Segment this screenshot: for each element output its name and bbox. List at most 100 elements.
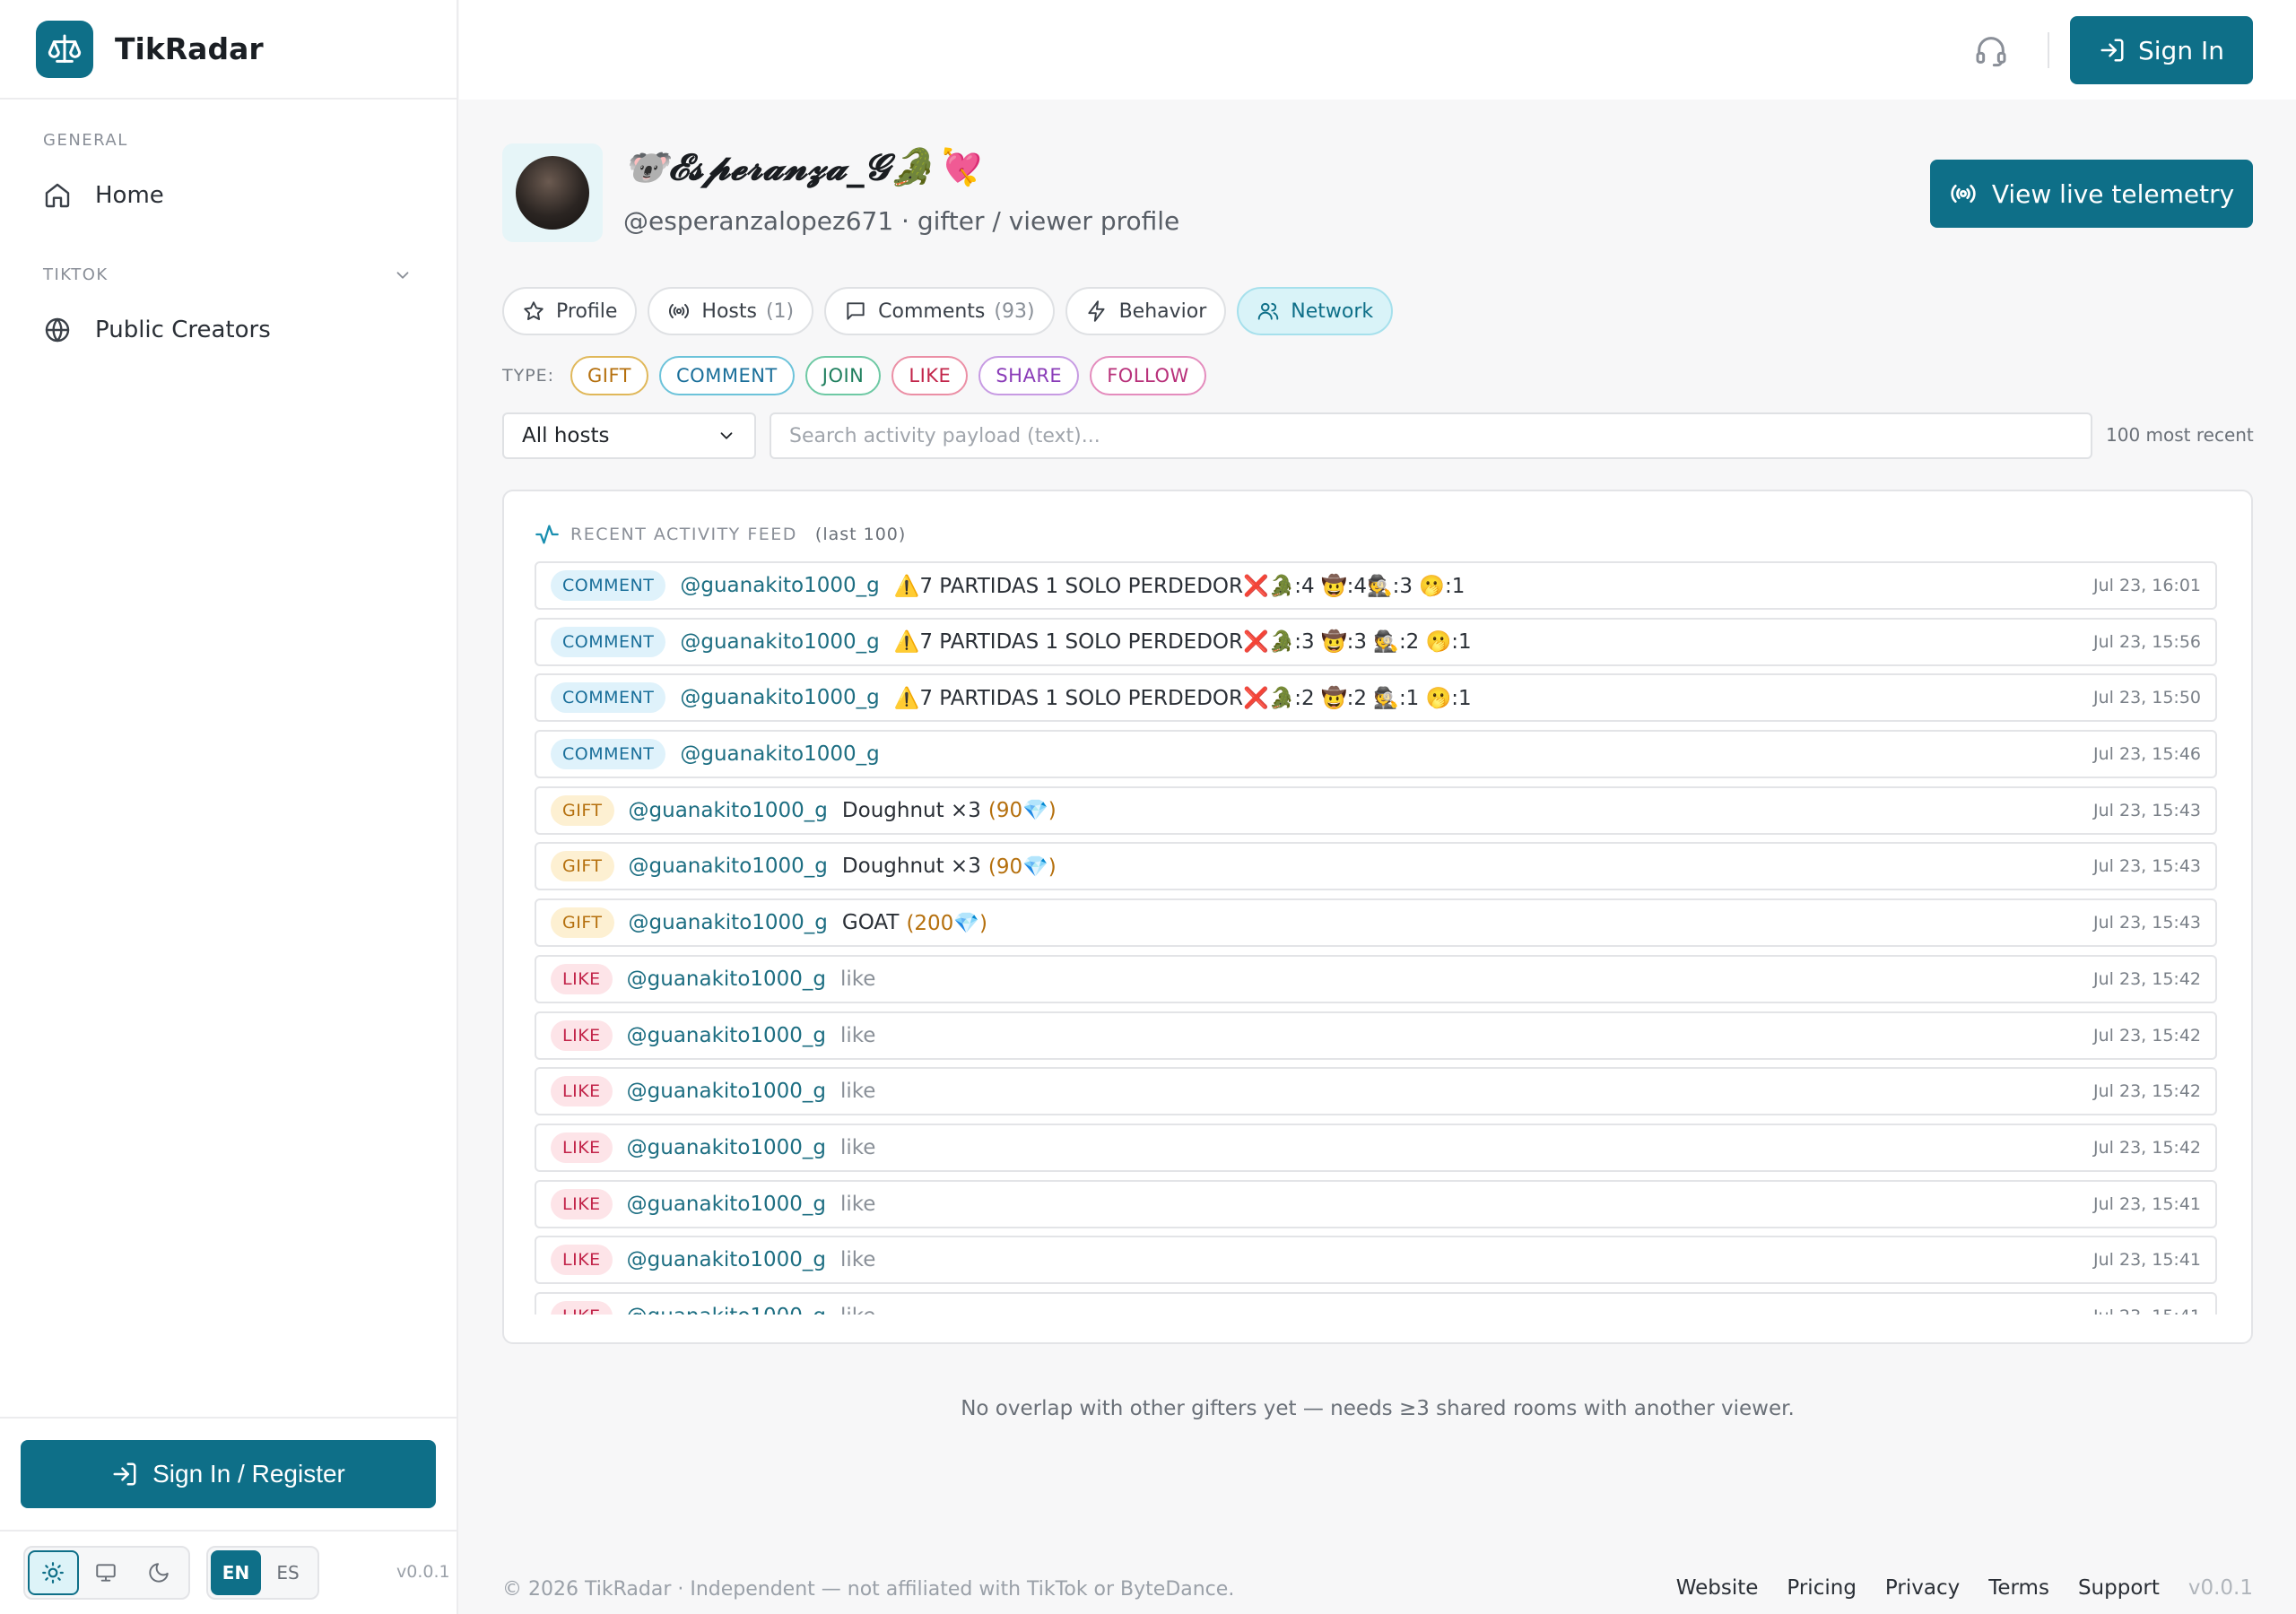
- feed-user-link[interactable]: @guanakito1000_g: [627, 1024, 826, 1047]
- tab-count: (93): [994, 299, 1035, 323]
- topbar: [459, 0, 2296, 100]
- feed-user-link[interactable]: @guanakito1000_g: [680, 742, 879, 766]
- feed-row[interactable]: LIKE @guanakito1000_g like Jul 23, 15:42: [535, 1067, 2217, 1116]
- sidebar-item-public-creators[interactable]: Public Creators: [43, 316, 271, 344]
- feed-user-link[interactable]: @guanakito1000_g: [627, 1136, 826, 1159]
- feed-user-link[interactable]: @guanakito1000_g: [629, 911, 828, 934]
- chevron-down-icon[interactable]: [393, 265, 413, 285]
- feed-payload: ⚠️7 PARTIDAS 1 SOLO PERDEDOR❌🐊:3 🤠:3 🕵️:…: [893, 630, 1472, 655]
- activity-feed-list[interactable]: COMMENT @guanakito1000_g ⚠️7 PARTIDAS 1 SO…: [535, 561, 2217, 1315]
- avatar: [516, 156, 589, 230]
- feed-user-link[interactable]: @guanakito1000_g: [627, 1080, 826, 1103]
- section-label-general: GENERAL: [43, 131, 128, 150]
- sidebar-item-home[interactable]: Home: [43, 181, 164, 210]
- brand-name: TikRadar: [115, 31, 264, 66]
- feed-row[interactable]: COMMENT @guanakito1000_g ⚠️7 PARTIDAS 1 SO…: [535, 673, 2217, 723]
- feed-user-link[interactable]: @guanakito1000_g: [627, 1248, 826, 1271]
- sign-in-register-button[interactable]: Sign In / Register: [21, 1440, 436, 1508]
- lang-en-button[interactable]: EN: [211, 1550, 261, 1595]
- chip-share[interactable]: SHARE: [978, 356, 1080, 395]
- divider: [2048, 32, 2049, 68]
- feed-row[interactable]: LIKE @guanakito1000_g like Jul 23, 15:42: [535, 954, 2217, 1003]
- feed-type-badge: GIFT: [551, 794, 614, 826]
- feed-row[interactable]: COMMENT @guanakito1000_g Jul 23, 15:46: [535, 730, 2217, 779]
- feed-row[interactable]: LIKE @guanakito1000_g like Jul 23, 15:41: [535, 1236, 2217, 1285]
- feed-user-link[interactable]: @guanakito1000_g: [680, 574, 879, 597]
- feed-row[interactable]: GIFT @guanakito1000_g GOAT (200💎) Jul 23, 15…: [535, 898, 2217, 948]
- theme-switcher: [23, 1546, 190, 1600]
- feed-gift-amount: (200💎): [906, 911, 987, 935]
- lightning-icon: [1087, 300, 1105, 322]
- chip-comment[interactable]: COMMENT: [659, 356, 795, 395]
- profile-handle: @esperanzalopez671 · gifter / viewer pro…: [623, 206, 1180, 236]
- sign-in-register-label: Sign In / Register: [152, 1460, 345, 1488]
- feed-row[interactable]: LIKE @guanakito1000_g like Jul 23, 15:41: [535, 1291, 2217, 1315]
- theme-system-button[interactable]: [81, 1550, 132, 1595]
- feed-timestamp: Jul 23, 15:41: [2093, 1193, 2201, 1214]
- feed-row[interactable]: LIKE @guanakito1000_g like Jul 23, 15:42: [535, 1123, 2217, 1172]
- chip-join[interactable]: JOIN: [804, 356, 882, 395]
- lang-es-button[interactable]: ES: [263, 1550, 313, 1595]
- headset-icon[interactable]: [1973, 32, 2009, 68]
- footer-link-website[interactable]: Website: [1676, 1576, 1759, 1600]
- feed-user-link[interactable]: @guanakito1000_g: [627, 968, 826, 991]
- feed-row[interactable]: GIFT @guanakito1000_g Doughnut ×3 (90💎) Jul …: [535, 785, 2217, 835]
- feed-timestamp: Jul 23, 15:42: [2093, 1137, 2201, 1158]
- footer-link-privacy[interactable]: Privacy: [1885, 1576, 1960, 1600]
- footer-link-terms[interactable]: Terms: [1988, 1576, 2049, 1600]
- login-icon: [2100, 39, 2124, 62]
- chip-gift[interactable]: GIFT: [570, 356, 649, 395]
- feed-payload: ⚠️7 PARTIDAS 1 SOLO PERDEDOR❌🐊:2 🤠:2 🕵️:…: [893, 686, 1472, 710]
- feed-payload: like: [840, 1080, 876, 1104]
- telemetry-label: View live telemetry: [1991, 178, 2235, 209]
- host-select[interactable]: All hosts: [502, 412, 756, 459]
- feed-timestamp: Jul 23, 15:41: [2093, 1250, 2201, 1271]
- theme-light-button[interactable]: [28, 1550, 79, 1595]
- search-activity-input[interactable]: [770, 412, 2092, 459]
- moon-icon: [149, 1563, 169, 1583]
- feed-type-badge: COMMENT: [551, 682, 666, 714]
- feed-subtitle: (last 100): [814, 525, 907, 544]
- feed-user-link[interactable]: @guanakito1000_g: [627, 1305, 826, 1315]
- feed-row[interactable]: COMMENT @guanakito1000_g ⚠️7 PARTIDAS 1 SO…: [535, 561, 2217, 610]
- feed-payload: like: [840, 1248, 876, 1272]
- tab-hosts[interactable]: Hosts (1): [648, 287, 814, 335]
- feed-row[interactable]: GIFT @guanakito1000_g Doughnut ×3 (90💎) Jul …: [535, 842, 2217, 891]
- tab-network[interactable]: Network: [1237, 287, 1394, 335]
- feed-row[interactable]: LIKE @guanakito1000_g like Jul 23, 15:42: [535, 1011, 2217, 1060]
- footer-copyright: © 2026 TikRadar · Independent — not affi…: [502, 1578, 1235, 1601]
- section-label-tiktok: TIKTOK: [43, 265, 109, 284]
- theme-dark-button[interactable]: [133, 1550, 184, 1595]
- chip-like[interactable]: LIKE: [891, 356, 969, 395]
- feed-user-link[interactable]: @guanakito1000_g: [629, 855, 828, 878]
- star-icon: [524, 301, 544, 320]
- feed-type-badge: LIKE: [551, 1020, 613, 1051]
- network-empty-message: No overlap with other gifters yet — need…: [961, 1397, 1795, 1420]
- feed-user-link[interactable]: @guanakito1000_g: [629, 799, 828, 822]
- language-switcher: EN ES: [206, 1546, 319, 1600]
- broadcast-icon: [1951, 185, 1976, 203]
- feed-gift-amount: (90💎): [987, 855, 1057, 879]
- feed-gift-amount: (90💎): [987, 799, 1057, 823]
- sign-in-button[interactable]: Sign In: [2070, 16, 2253, 84]
- footer-link-pricing[interactable]: Pricing: [1787, 1576, 1857, 1600]
- feed-timestamp: Jul 23, 15:43: [2093, 913, 2201, 933]
- tab-profile[interactable]: Profile: [502, 287, 638, 335]
- divider: [0, 1530, 457, 1532]
- feed-timestamp: Jul 23, 15:42: [2093, 968, 2201, 989]
- feed-row[interactable]: LIKE @guanakito1000_g like Jul 23, 15:41: [535, 1179, 2217, 1228]
- chip-follow[interactable]: FOLLOW: [1090, 356, 1206, 395]
- feed-user-link[interactable]: @guanakito1000_g: [627, 1193, 826, 1216]
- tab-behavior[interactable]: Behavior: [1065, 287, 1227, 335]
- feed-timestamp: Jul 23, 15:43: [2093, 856, 2201, 877]
- feed-payload: like: [840, 1192, 876, 1216]
- profile-tabs: Profile Hosts (1) Comments (93) Behavior…: [502, 287, 1404, 335]
- feed-row[interactable]: COMMENT @guanakito1000_g ⚠️7 PARTIDAS 1 SO…: [535, 617, 2217, 666]
- footer-link-support[interactable]: Support: [2078, 1576, 2160, 1600]
- feed-user-link[interactable]: @guanakito1000_g: [680, 686, 879, 709]
- tab-comments[interactable]: Comments (93): [824, 287, 1055, 335]
- brand[interactable]: TikRadar: [0, 0, 457, 100]
- feed-user-link[interactable]: @guanakito1000_g: [680, 630, 879, 654]
- view-live-telemetry-button[interactable]: View live telemetry: [1930, 160, 2253, 228]
- footer-links: Website Pricing Privacy Terms Support v0…: [1648, 1576, 2253, 1600]
